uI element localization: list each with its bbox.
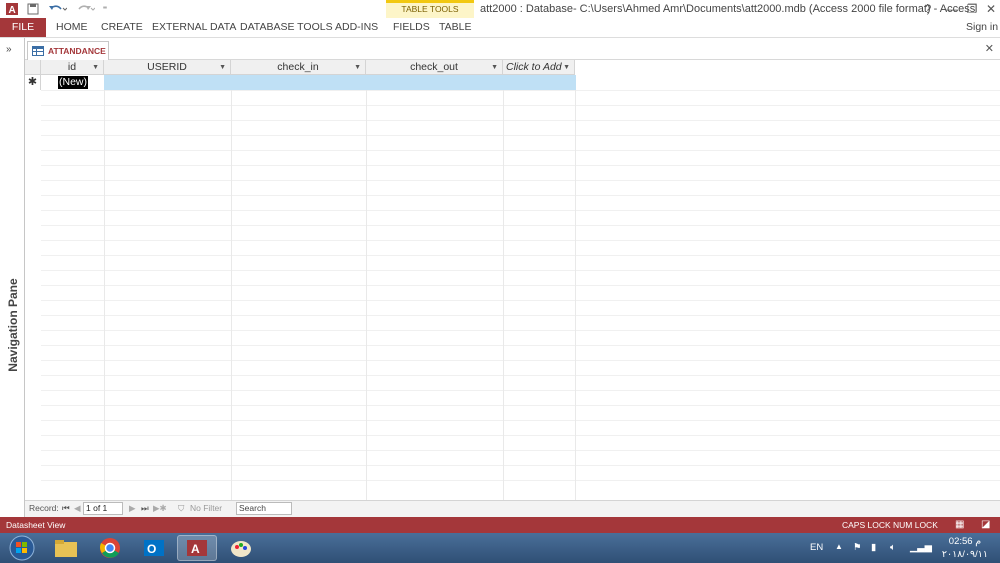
dropdown-arrow-icon[interactable]: ▼	[563, 60, 570, 75]
close-document-icon[interactable]: ✕	[985, 42, 994, 55]
svg-text:O: O	[147, 542, 156, 556]
tab-file[interactable]: FILE	[0, 18, 46, 37]
access-app-icon[interactable]: A	[4, 1, 20, 17]
dropdown-arrow-icon[interactable]: ▼	[92, 60, 99, 75]
svg-text:A: A	[191, 542, 200, 556]
filter-status[interactable]: No Filter	[190, 503, 222, 513]
tab-home[interactable]: HOME	[56, 18, 88, 37]
column-header-label: Click to Add	[506, 61, 562, 73]
dropdown-arrow-icon[interactable]: ▼	[219, 60, 226, 75]
svg-text:A: A	[9, 5, 16, 16]
action-center-flag-icon[interactable]: ⚑	[853, 542, 862, 553]
record-navigation-bar: Record: ⏮ ◀ 1 of 1 ▶ ⏭ ▶✱ ⛉ No Filter Se…	[25, 500, 1000, 517]
column-header-label: check_out	[410, 61, 458, 73]
help-button[interactable]: ?	[917, 1, 939, 17]
language-indicator[interactable]: EN	[810, 542, 823, 553]
customize-qat-icon[interactable]: ⁼	[100, 1, 110, 17]
outlook-icon[interactable]: O	[134, 535, 174, 561]
save-icon[interactable]	[26, 1, 40, 17]
tab-create[interactable]: CREATE	[101, 18, 143, 37]
select-all-corner[interactable]	[25, 60, 41, 75]
dropdown-arrow-icon[interactable]: ▼	[354, 60, 361, 75]
volume-icon[interactable]: 🔈︎	[890, 542, 896, 553]
design-view-icon[interactable]: ◪	[981, 519, 990, 530]
sign-in-link[interactable]: Sign in	[966, 18, 998, 37]
access-taskbar-icon[interactable]: A	[177, 535, 217, 561]
record-label: Record:	[29, 503, 59, 513]
new-record-id-cell[interactable]: (New)	[41, 75, 104, 90]
table-icon	[32, 46, 44, 56]
tab-attandance[interactable]: ATTANDANCE	[27, 41, 109, 60]
filter-icon[interactable]: ⛉	[178, 503, 184, 514]
search-input[interactable]: Search	[236, 502, 292, 515]
table-tools-label: TABLE TOOLS	[401, 4, 459, 14]
column-header-userid[interactable]: USERID ▼	[104, 60, 231, 75]
expand-nav-pane-icon[interactable]: »	[6, 44, 12, 55]
title-bar: A ⁼ att2000 : Database- C:\Users\Ahmed A…	[0, 0, 1000, 18]
last-record-icon[interactable]: ⏭	[141, 503, 149, 514]
network-signal-icon[interactable]: ▁▃▅	[910, 542, 932, 553]
column-header-label: check_in	[277, 61, 319, 73]
num-lock-indicator: NUM LOCK	[893, 520, 938, 530]
power-icon[interactable]: ▮	[871, 542, 876, 553]
chrome-icon[interactable]	[90, 535, 130, 561]
dropdown-arrow-icon[interactable]: ▼	[491, 60, 498, 75]
column-header-check-in[interactable]: check_in ▼	[231, 60, 366, 75]
close-icon[interactable]: ✕	[980, 1, 1000, 17]
tab-database-tools[interactable]: DATABASE TOOLS	[240, 18, 333, 37]
navigation-pane-label[interactable]: Navigation Pane	[6, 275, 20, 375]
show-hidden-icons[interactable]: ▲	[835, 542, 843, 551]
windows-taskbar: O A EN ▲ ⚑ ▮ 🔈︎ ▁▃▅ 02:56 م ٢٠١٨/٠٩/١١	[0, 533, 1000, 563]
tab-external-data[interactable]: EXTERNAL DATA	[152, 18, 236, 37]
column-header-id[interactable]: id ▼	[41, 60, 104, 75]
column-header-label: id	[67, 61, 77, 73]
start-button-icon[interactable]	[2, 535, 42, 561]
tab-attandance-label: ATTANDANCE	[48, 46, 106, 56]
clock-time: 02:56 م	[948, 536, 982, 547]
new-record-selector[interactable]: ✱	[25, 75, 41, 90]
next-record-icon[interactable]: ▶	[129, 503, 136, 514]
new-record-icon[interactable]: ▶✱	[153, 503, 167, 514]
column-header-label: USERID	[147, 61, 187, 73]
document-tab-strip: ATTANDANCE ✕	[25, 38, 1000, 60]
file-explorer-icon[interactable]	[46, 535, 86, 561]
redo-icon[interactable]	[74, 1, 96, 17]
column-header-check-out[interactable]: check_out ▼	[366, 60, 503, 75]
ribbon-tabs: FILE HOME CREATE EXTERNAL DATA DATABASE …	[0, 18, 1000, 38]
taskbar-clock[interactable]: 02:56 م ٢٠١٨/٠٩/١١	[942, 535, 988, 561]
paint-icon[interactable]	[221, 535, 261, 561]
current-record-input[interactable]: 1 of 1	[83, 502, 123, 515]
status-bar: Datasheet View CAPS LOCK NUM LOCK ▦ ◪	[0, 517, 1000, 533]
navigation-pane[interactable]: » Navigation Pane	[0, 38, 25, 517]
tab-add-ins[interactable]: ADD-INS	[335, 18, 378, 37]
datasheet-grid[interactable]: id ▼ USERID ▼ check_in ▼ check_out ▼ Click t…	[25, 60, 1000, 500]
window-title: att2000 : Database- C:\Users\Ahmed Amr\D…	[480, 3, 976, 15]
undo-icon[interactable]	[46, 1, 68, 17]
column-header-click-to-add[interactable]: Click to Add ▼	[503, 60, 575, 75]
view-status: Datasheet View	[6, 520, 66, 530]
datasheet-view-icon[interactable]: ▦	[955, 519, 964, 530]
caps-lock-indicator: CAPS LOCK	[842, 520, 891, 530]
clock-date: ٢٠١٨/٠٩/١١	[941, 549, 988, 560]
first-record-icon[interactable]: ⏮	[62, 503, 70, 514]
previous-record-icon[interactable]: ◀	[74, 503, 81, 514]
new-record-value: (New)	[58, 76, 88, 89]
tab-table[interactable]: TABLE	[439, 18, 471, 37]
minimize-icon[interactable]: —	[941, 1, 963, 17]
new-record-row[interactable]	[104, 75, 576, 90]
tab-fields[interactable]: FIELDS	[393, 18, 430, 37]
